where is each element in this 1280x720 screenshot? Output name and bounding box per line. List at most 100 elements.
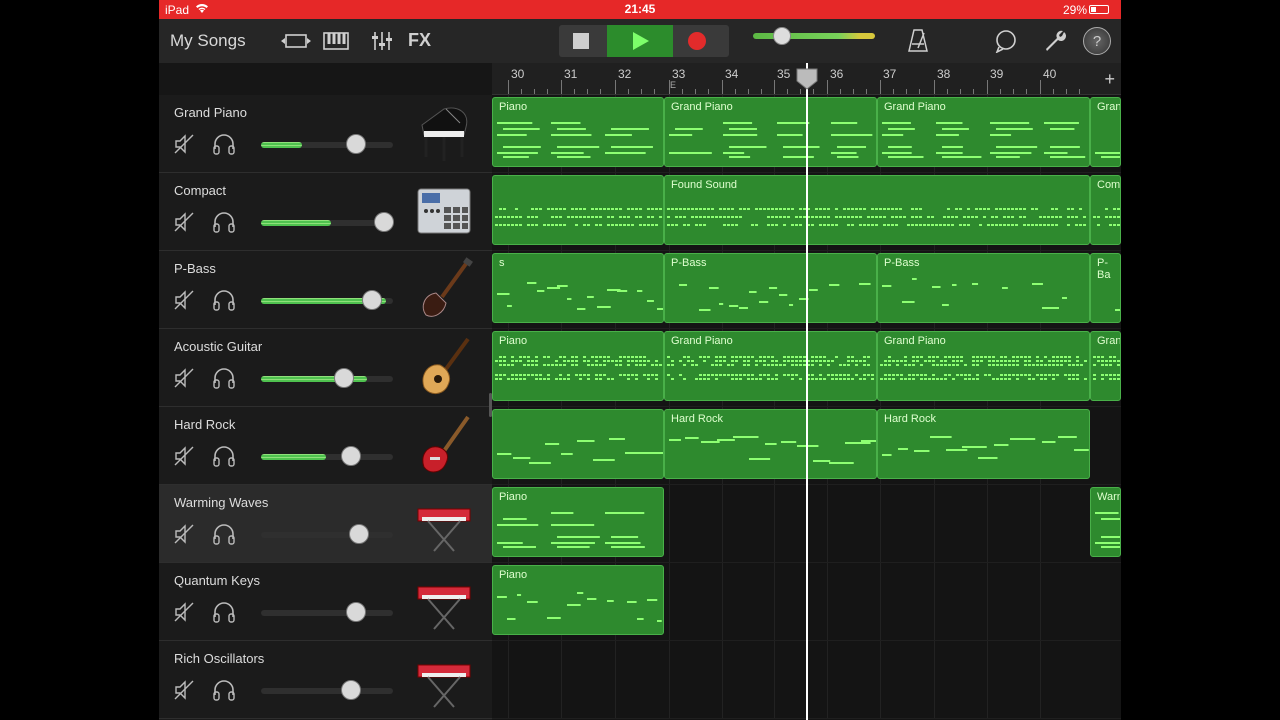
mixer-icon[interactable] bbox=[367, 29, 397, 53]
beat-tick bbox=[1000, 89, 1001, 94]
mute-icon[interactable] bbox=[173, 523, 195, 545]
playhead-handle[interactable] bbox=[795, 67, 819, 91]
volume-slider[interactable] bbox=[261, 602, 393, 622]
headphones-icon[interactable] bbox=[212, 445, 236, 467]
volume-slider[interactable] bbox=[261, 290, 393, 310]
electric-guitar-icon[interactable] bbox=[414, 413, 474, 477]
music-region[interactable]: s bbox=[492, 253, 664, 323]
headphones-icon[interactable] bbox=[212, 601, 236, 623]
music-region[interactable]: P-Bass bbox=[877, 253, 1090, 323]
track-header[interactable]: Warming Waves bbox=[159, 485, 492, 563]
mute-icon[interactable] bbox=[173, 211, 195, 233]
record-button[interactable] bbox=[688, 32, 706, 50]
settings-wrench-icon[interactable] bbox=[1042, 27, 1068, 53]
track-header[interactable]: Quantum Keys bbox=[159, 563, 492, 641]
midi-notes bbox=[493, 116, 663, 164]
track-header[interactable]: Acoustic Guitar bbox=[159, 329, 492, 407]
synth-keyboard-icon[interactable] bbox=[414, 491, 474, 555]
grand-piano-icon[interactable] bbox=[414, 101, 474, 165]
metronome-icon[interactable] bbox=[907, 27, 929, 53]
headphones-icon[interactable] bbox=[212, 679, 236, 701]
mute-icon[interactable] bbox=[173, 679, 195, 701]
music-region[interactable]: Found Sound bbox=[664, 175, 1090, 245]
mute-icon[interactable] bbox=[173, 133, 195, 155]
volume-slider[interactable] bbox=[261, 212, 394, 232]
music-region[interactable]: Gran bbox=[1090, 331, 1121, 401]
music-region[interactable]: Com bbox=[1090, 175, 1121, 245]
volume-knob[interactable] bbox=[334, 368, 355, 388]
bar-gridline bbox=[1040, 485, 1041, 562]
volume-knob[interactable] bbox=[348, 524, 369, 544]
region-label: Gran bbox=[1097, 101, 1121, 113]
master-volume-knob[interactable] bbox=[773, 27, 791, 45]
add-section-button[interactable]: + bbox=[1104, 69, 1115, 90]
volume-knob[interactable] bbox=[346, 134, 367, 154]
music-region[interactable]: Warn bbox=[1090, 487, 1121, 557]
track-header[interactable]: Compact bbox=[159, 173, 492, 251]
volume-slider[interactable] bbox=[261, 134, 393, 154]
beat-tick bbox=[587, 89, 588, 94]
drum-machine-icon[interactable] bbox=[414, 179, 474, 243]
track-header[interactable]: Grand Piano bbox=[159, 95, 492, 173]
headphones-icon[interactable] bbox=[212, 523, 236, 545]
music-region[interactable]: Hard Rock bbox=[877, 409, 1090, 479]
section-marker: E bbox=[670, 80, 677, 90]
mute-icon[interactable] bbox=[173, 601, 195, 623]
volume-knob[interactable] bbox=[346, 602, 367, 622]
track-header[interactable]: P-Bass bbox=[159, 251, 492, 329]
headphones-icon[interactable] bbox=[212, 289, 236, 311]
music-region[interactable]: Piano bbox=[492, 565, 664, 635]
volume-knob[interactable] bbox=[340, 680, 361, 700]
synth-keyboard-icon[interactable] bbox=[414, 647, 474, 711]
fx-button[interactable]: FX bbox=[408, 30, 431, 51]
music-region[interactable]: Grand Piano bbox=[664, 331, 877, 401]
master-volume-slider[interactable] bbox=[753, 27, 875, 45]
music-region[interactable] bbox=[492, 175, 664, 245]
volume-slider[interactable] bbox=[261, 368, 393, 388]
music-region[interactable]: Piano bbox=[492, 331, 664, 401]
acoustic-guitar-icon[interactable] bbox=[414, 335, 474, 399]
browser-view-icon[interactable] bbox=[279, 29, 313, 53]
stop-button[interactable] bbox=[573, 33, 589, 49]
mute-icon[interactable] bbox=[173, 289, 195, 311]
bar-gridline bbox=[880, 563, 881, 640]
music-region[interactable]: Grand Piano bbox=[877, 331, 1090, 401]
playhead[interactable] bbox=[806, 63, 808, 720]
bar-number: 35 bbox=[777, 67, 791, 81]
headphones-icon[interactable] bbox=[212, 133, 236, 155]
bass-guitar-icon[interactable] bbox=[414, 257, 474, 321]
synth-keyboard-icon[interactable] bbox=[414, 569, 474, 633]
music-region[interactable]: Piano bbox=[492, 97, 664, 167]
mute-icon[interactable] bbox=[173, 445, 195, 467]
region-label: Piano bbox=[499, 101, 528, 113]
volume-knob[interactable] bbox=[340, 446, 361, 466]
headphones-icon[interactable] bbox=[212, 367, 236, 389]
play-button[interactable] bbox=[607, 25, 673, 57]
music-region[interactable]: Grand Piano bbox=[877, 97, 1090, 167]
midi-notes bbox=[493, 194, 663, 242]
help-icon[interactable]: ? bbox=[1083, 27, 1111, 55]
music-region[interactable]: P-Ba bbox=[1090, 253, 1121, 323]
music-region[interactable]: Grand Piano bbox=[664, 97, 877, 167]
music-region[interactable]: Gran bbox=[1090, 97, 1121, 167]
music-region[interactable]: Piano bbox=[492, 487, 664, 557]
volume-knob[interactable] bbox=[361, 290, 382, 310]
my-songs-button[interactable]: My Songs bbox=[170, 31, 246, 51]
track-header[interactable]: Rich Oscillators bbox=[159, 641, 492, 719]
headphones-icon[interactable] bbox=[212, 211, 236, 233]
track-header[interactable]: Hard Rock bbox=[159, 407, 492, 485]
volume-slider[interactable] bbox=[261, 680, 393, 700]
music-region[interactable]: P-Bass bbox=[664, 253, 877, 323]
mute-icon[interactable] bbox=[173, 367, 195, 389]
midi-notes bbox=[665, 272, 876, 320]
keyboard-icon[interactable] bbox=[321, 29, 351, 53]
volume-knob[interactable] bbox=[373, 212, 394, 232]
bar-gridline bbox=[508, 641, 509, 718]
volume-slider[interactable] bbox=[261, 524, 393, 544]
volume-slider[interactable] bbox=[261, 446, 393, 466]
midi-notes bbox=[878, 428, 1089, 476]
music-region[interactable] bbox=[492, 409, 664, 479]
loop-browser-icon[interactable] bbox=[993, 28, 1019, 54]
music-region[interactable]: Hard Rock bbox=[664, 409, 877, 479]
beat-tick bbox=[1053, 89, 1054, 94]
